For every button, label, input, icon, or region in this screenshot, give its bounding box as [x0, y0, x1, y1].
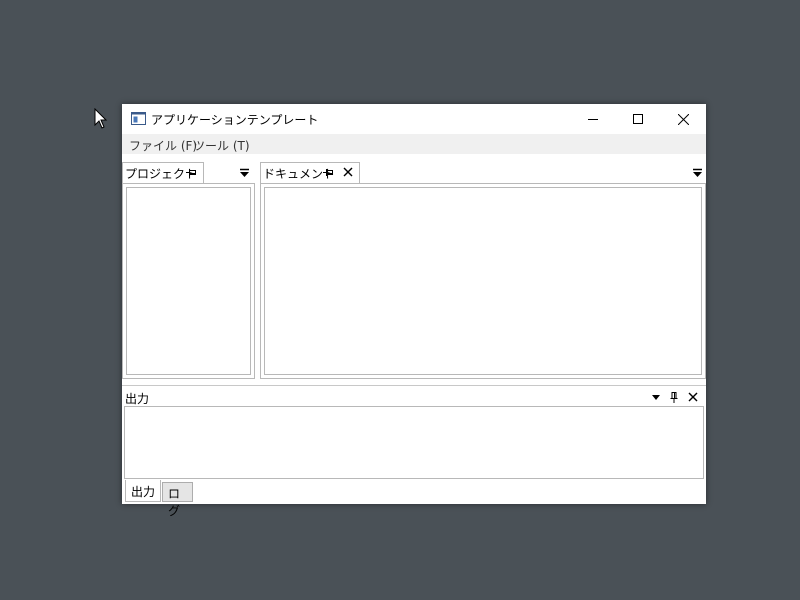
- minimize-icon: [588, 119, 598, 120]
- pin-icon[interactable]: [670, 392, 678, 403]
- output-area[interactable]: [124, 406, 704, 479]
- pin-icon[interactable]: [323, 168, 334, 177]
- close-icon[interactable]: [343, 167, 353, 177]
- pane-splitter[interactable]: [122, 385, 706, 386]
- close-icon: [677, 113, 689, 125]
- app-window-icon: [131, 112, 146, 125]
- close-button[interactable]: [660, 104, 706, 134]
- minimize-button[interactable]: [570, 104, 616, 134]
- document-dropdown-icon[interactable]: [692, 168, 703, 178]
- title-bar[interactable]: アプリケーションテンプレート: [122, 104, 706, 134]
- menu-tools[interactable]: ツール (T): [193, 137, 250, 154]
- menu-file[interactable]: ファイル (F): [129, 137, 197, 154]
- menu-bar: ファイル (F) ツール (T): [122, 134, 706, 154]
- dock-area: プロジェクト ドキュメント 出力 出力 ログ: [122, 154, 706, 518]
- document-area[interactable]: [264, 187, 702, 375]
- bottom-tab-strip: 出力 ログ: [122, 480, 706, 518]
- maximize-button[interactable]: [615, 104, 661, 134]
- project-tree[interactable]: [126, 187, 251, 375]
- close-icon[interactable]: [688, 392, 698, 402]
- maximize-icon: [633, 114, 643, 124]
- document-pane: [260, 183, 706, 379]
- project-pane: [122, 183, 255, 379]
- app-window: アプリケーションテンプレート ファイル (F) ツール (T) プロジェクト ド…: [122, 104, 706, 518]
- output-dropdown-icon[interactable]: [651, 394, 661, 401]
- project-dropdown-icon[interactable]: [239, 168, 250, 178]
- tab-project[interactable]: プロジェクト: [122, 162, 204, 183]
- pin-icon[interactable]: [186, 168, 197, 177]
- window-title: アプリケーションテンプレート: [151, 113, 319, 127]
- mouse-cursor-icon: [94, 108, 108, 129]
- tab-document[interactable]: ドキュメント: [260, 162, 360, 183]
- output-pane-title: 出力: [125, 392, 150, 406]
- tab-output[interactable]: 出力: [125, 480, 161, 502]
- tab-log[interactable]: ログ: [162, 482, 193, 518]
